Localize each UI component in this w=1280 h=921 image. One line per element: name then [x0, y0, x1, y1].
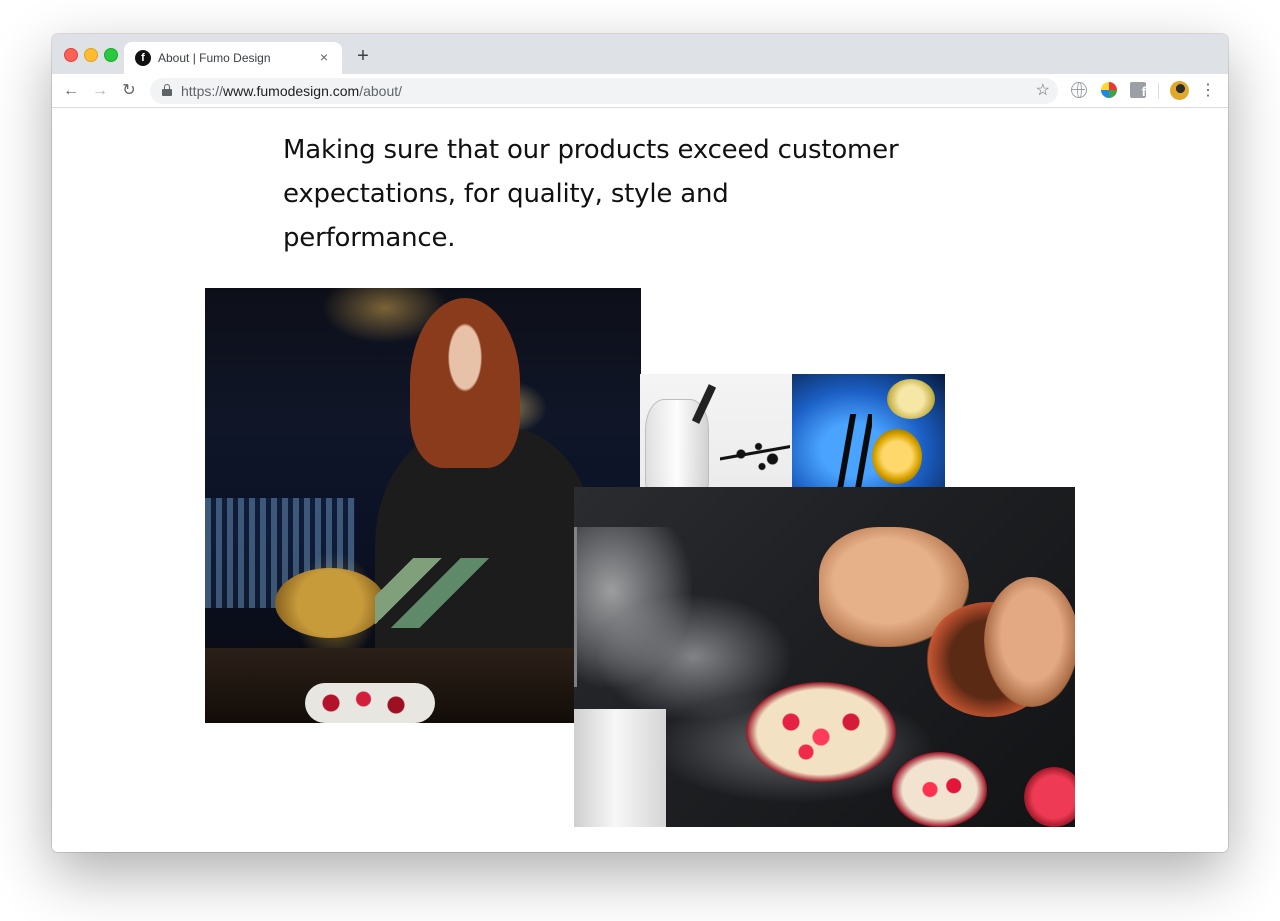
zoom-window-button[interactable]: [104, 48, 118, 62]
more-menu-icon[interactable]: ⋮: [1200, 80, 1216, 102]
back-arrow-icon[interactable]: ←: [60, 80, 82, 102]
toolbar-divider: [1158, 83, 1159, 99]
colorful-extension-icon[interactable]: [1101, 82, 1117, 98]
page-headline: Making sure that our products exceed cus…: [283, 135, 899, 253]
profile-avatar[interactable]: [1170, 81, 1189, 100]
reload-icon[interactable]: ↻: [118, 80, 140, 102]
bookmark-star-icon[interactable]: ☆: [1036, 81, 1050, 101]
close-window-button[interactable]: [64, 48, 78, 62]
page-content: Making sure that our products exceed cus…: [52, 108, 1228, 852]
tab-title: About | Fumo Design: [158, 51, 271, 65]
facebook-icon[interactable]: f: [1130, 82, 1146, 98]
lock-icon[interactable]: [162, 84, 172, 96]
address-bar[interactable]: https://www.fumodesign.com/about/ ☆: [150, 78, 1058, 104]
tab-about[interactable]: f About | Fumo Design ×: [124, 42, 342, 74]
globe-icon[interactable]: [1071, 82, 1087, 98]
close-tab-icon[interactable]: ×: [316, 49, 332, 65]
photo-pomegranate-smoke: [574, 487, 1075, 827]
url-scheme: https://: [181, 83, 224, 99]
url-text[interactable]: https://www.fumodesign.com/about/: [181, 83, 402, 99]
browser-window: f About | Fumo Design × + ← → ↻ https://…: [52, 34, 1228, 852]
url-path: /about/: [359, 83, 403, 99]
url-host: www.fumodesign.com: [223, 83, 360, 99]
browser-toolbar: ← → ↻ https://www.fumodesign.com/about/ …: [52, 74, 1228, 108]
tab-strip: f About | Fumo Design × +: [52, 34, 1228, 74]
new-tab-button[interactable]: +: [352, 45, 374, 67]
minimize-window-button[interactable]: [84, 48, 98, 62]
forward-arrow-icon[interactable]: →: [89, 80, 111, 102]
fumo-favicon-icon: f: [135, 50, 151, 66]
